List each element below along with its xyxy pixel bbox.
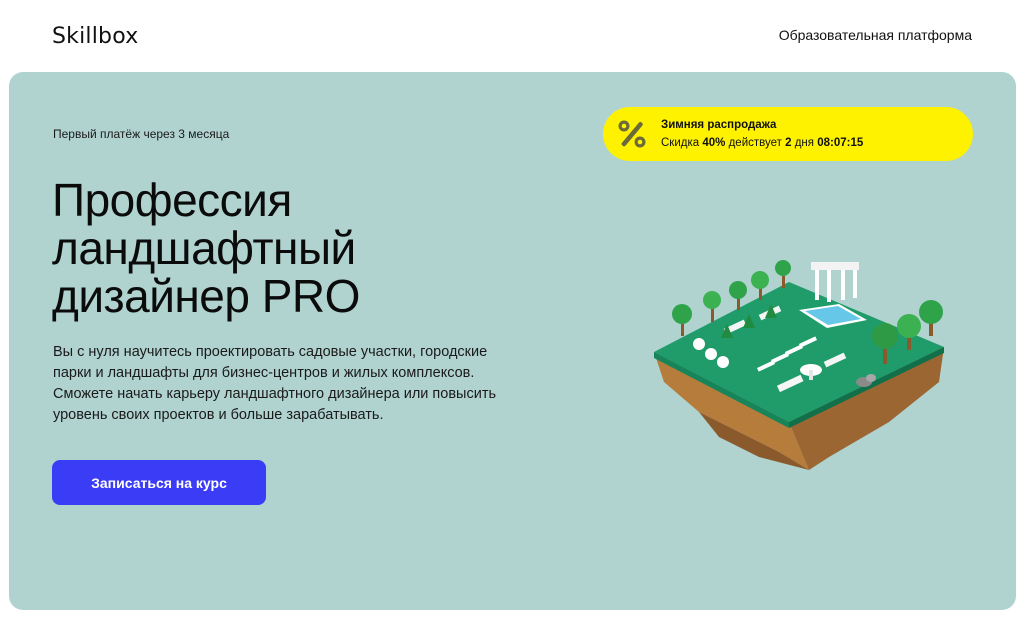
discount-value: 40% [702, 137, 726, 149]
pavilion-icon [811, 262, 859, 302]
skillbox-logo[interactable]: Skillbox [52, 24, 138, 49]
discount-prefix: Скидка [661, 137, 700, 149]
site-header: Skillbox Образовательная платформа [0, 0, 1024, 72]
landscape-island-illustration [654, 260, 944, 470]
page-title: Профессия ландшафтный дизайнер PRO [52, 174, 360, 322]
enroll-button[interactable]: Записаться на курс [52, 460, 266, 505]
course-description: Вы с нуля научитесь проектировать садовы… [53, 344, 497, 423]
countdown-timer: 08:07:15 [817, 137, 864, 149]
promo-banner[interactable]: Зимняя распродажа Скидка 40% действует 2… [603, 107, 973, 161]
promo-title: Зимняя распродажа [661, 119, 777, 131]
discount-middle: действует [728, 137, 782, 149]
percent-icon [618, 120, 646, 148]
promo-discount-line: Скидка 40% действует 2 дня 08:07:15 [661, 137, 863, 149]
hero-section: Первый платёж через 3 месяца Профессия л… [9, 72, 1016, 610]
days-word: дня [794, 137, 815, 149]
days-value: 2 [785, 137, 792, 149]
installment-note: Первый платёж через 3 месяца [53, 127, 230, 141]
platform-link[interactable]: Образовательная платформа [779, 27, 972, 43]
